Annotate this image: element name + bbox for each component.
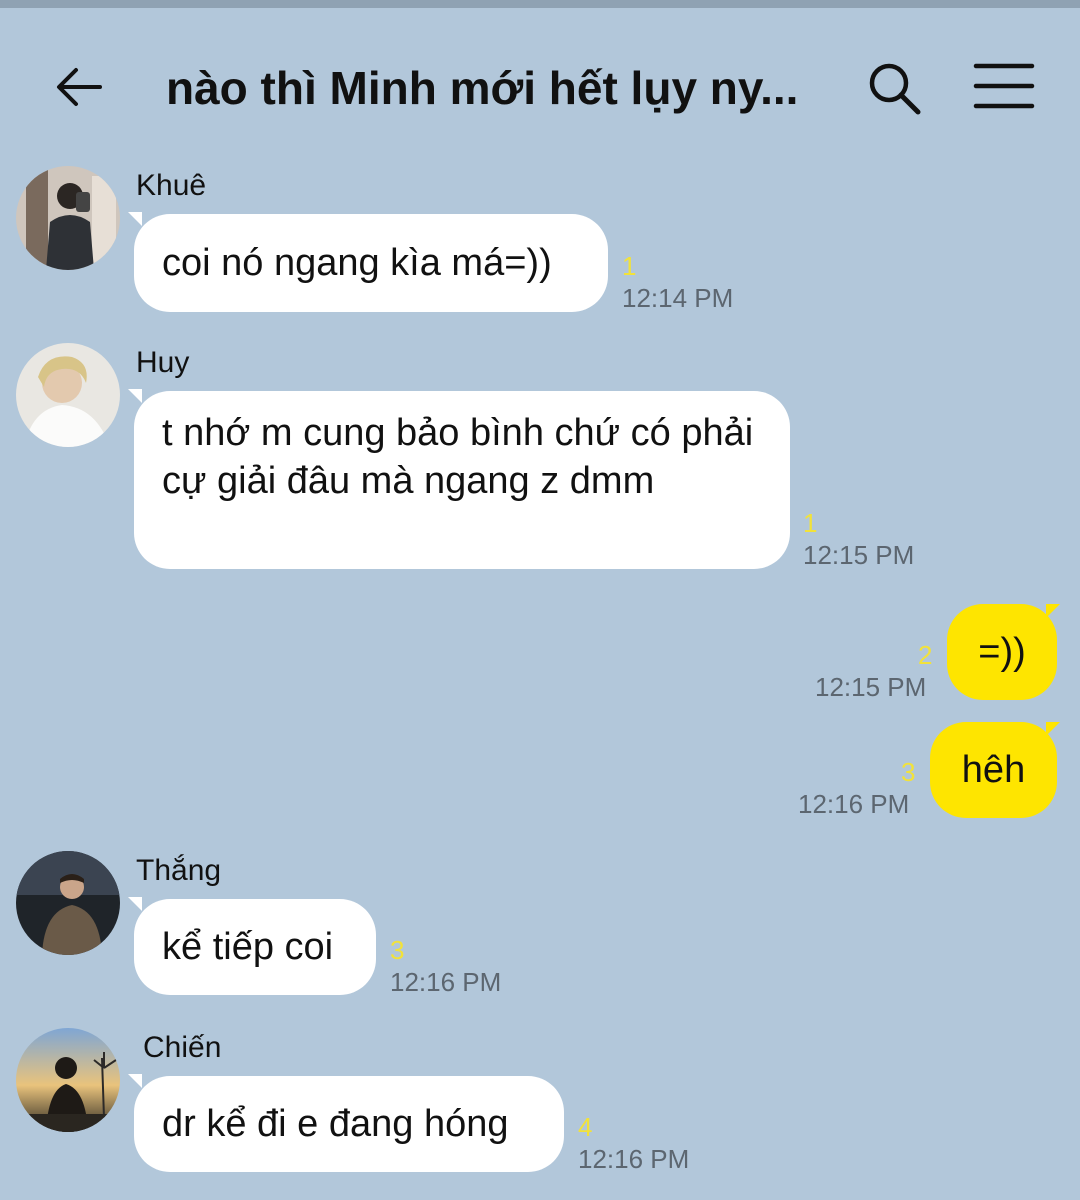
message-bubble[interactable]: dr kể đi e đang hóng (134, 1076, 564, 1172)
message-bubble-outgoing[interactable]: =)) (947, 604, 1057, 700)
message-time: 12:16 PM (578, 1144, 690, 1174)
avatar-thang[interactable] (16, 851, 120, 955)
message-time: 12:14 PM (622, 283, 734, 313)
search-icon (869, 63, 921, 115)
hamburger-menu-icon (973, 63, 1035, 109)
top-status-strip (0, 0, 1080, 8)
avatar-khue[interactable] (16, 166, 120, 270)
message-time: 12:15 PM (803, 540, 915, 570)
search-button[interactable] (864, 58, 924, 118)
sender-name: Khuê (136, 169, 207, 202)
unread-count: 2 (918, 640, 933, 670)
bubble-tail (1046, 722, 1060, 736)
back-button[interactable] (50, 58, 108, 116)
message-time: 12:16 PM (390, 967, 502, 997)
menu-button[interactable] (972, 60, 1036, 112)
chat-title: nào thì Minh mới hết lụy ny... (166, 62, 799, 114)
unread-count: 3 (901, 757, 916, 787)
sender-name: Thắng (136, 854, 222, 887)
message-time: 12:16 PM (798, 789, 910, 819)
avatar-chien[interactable] (16, 1028, 120, 1132)
sender-name: Chiến (143, 1031, 222, 1064)
bubble-tail (128, 1074, 142, 1088)
bubble-tail (128, 897, 142, 911)
bubble-tail (1046, 604, 1060, 618)
unread-count: 4 (578, 1112, 593, 1142)
arrow-left-icon (57, 68, 102, 106)
message-time: 12:15 PM (815, 672, 927, 702)
message-bubble[interactable]: coi nó ngang kìa má=)) (134, 214, 608, 312)
bubble-tail (128, 389, 142, 403)
unread-count: 1 (803, 508, 818, 538)
unread-count: 3 (390, 935, 405, 965)
bubble-tail (128, 212, 142, 226)
avatar-huy[interactable] (16, 343, 120, 447)
message-bubble-outgoing[interactable]: hêh (930, 722, 1057, 818)
message-bubble[interactable]: kể tiếp coi (134, 899, 376, 995)
sender-name: Huy (136, 346, 190, 379)
unread-count: 1 (622, 251, 637, 281)
message-bubble[interactable]: t nhớ m cung bảo bình chứ có phải cự giả… (134, 391, 790, 569)
